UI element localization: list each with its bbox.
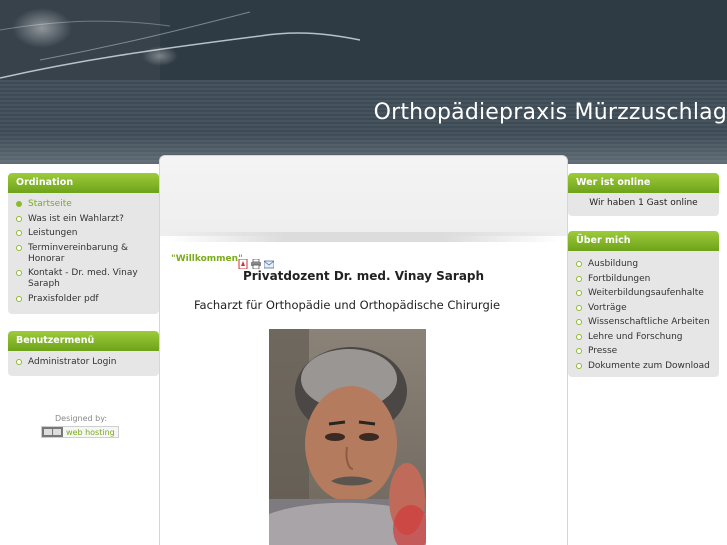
doctor-photo: [269, 329, 426, 545]
menu-item-admin-login[interactable]: Administrator Login: [16, 357, 151, 368]
bullet-icon: [16, 295, 22, 302]
bullet-icon: [576, 319, 582, 325]
benutzermenu-heading: Benutzermenü: [8, 331, 159, 351]
menu-item-lehre-forschung[interactable]: Lehre und Forschung: [576, 332, 711, 343]
bullet-icon: [576, 290, 582, 296]
benutzermenu-menu: Administrator Login: [8, 351, 159, 376]
bullet-icon: [576, 275, 582, 282]
pdf-icon[interactable]: [238, 254, 248, 270]
doctor-name: Privatdozent Dr. med. Vinay Saraph: [242, 269, 485, 283]
print-icon[interactable]: [251, 254, 261, 270]
bullet-icon: [576, 333, 582, 340]
menu-item-dokumente-download[interactable]: Dokumente zum Download: [576, 361, 711, 372]
article-icons: [238, 254, 275, 270]
bullet-icon: [16, 215, 22, 222]
content-divider: [168, 232, 561, 242]
specialty-text: Facharzt für Orthopädie und Orthopädisch…: [193, 298, 501, 312]
ordination-module: Ordination Startseite Was ist ein Wahlar…: [8, 173, 159, 314]
bullet-icon: [576, 261, 582, 267]
ueber-mich-menu: Ausbildung Fortbildungen Weiterbildungsa…: [568, 251, 719, 377]
menu-item-ausbildung[interactable]: Ausbildung: [576, 259, 711, 270]
ordination-heading: Ordination: [8, 173, 159, 193]
site-title[interactable]: Orthopädiepraxis Mürzzuschlag: [374, 100, 727, 125]
menu-item-presse[interactable]: Presse: [576, 346, 711, 357]
content-top-area: [160, 156, 567, 236]
bullet-icon: [16, 270, 22, 276]
ueber-mich-module: Über mich Ausbildung Fortbildungen Weite…: [568, 231, 719, 377]
menu-item-kontakt[interactable]: Kontakt - Dr. med. Vinay Saraph: [16, 268, 151, 290]
menu-item-wissenschaftliche-arbeiten[interactable]: Wissenschaftliche Arbeiten: [576, 317, 711, 328]
bullet-icon: [16, 244, 22, 251]
bullet-icon: [576, 348, 582, 354]
ueber-mich-heading: Über mich: [568, 231, 719, 251]
bullet-icon: [16, 201, 22, 207]
header-banner: [0, 0, 727, 80]
online-status-text: Wir haben 1 Gast online: [589, 198, 698, 208]
online-heading: Wer ist online: [568, 173, 719, 193]
benutzermenu-module: Benutzermenü Administrator Login: [8, 331, 159, 376]
web-hosting-link[interactable]: web hosting: [63, 428, 118, 437]
menu-item-fortbildungen[interactable]: Fortbildungen: [576, 274, 711, 285]
email-icon[interactable]: [263, 254, 275, 269]
bullet-icon: [576, 304, 582, 311]
menu-item-startseite[interactable]: Startseite: [16, 199, 151, 210]
online-module: Wer ist online Wir haben 1 Gast online: [568, 173, 719, 216]
ordination-menu: Startseite Was ist ein Wahlarzt? Leistun…: [8, 193, 159, 314]
menu-item-wahlarzt[interactable]: Was ist ein Wahlarzt?: [16, 214, 151, 225]
web-hosting-badge[interactable]: web hosting: [41, 426, 119, 438]
web-hosting-logo: [42, 427, 63, 437]
designed-by-label: Designed by:: [55, 414, 108, 423]
menu-item-weiterbildung[interactable]: Weiterbildungsaufenhalte: [576, 288, 711, 299]
menu-item-terminvereinbarung[interactable]: Terminvereinbarung & Honorar: [16, 243, 151, 265]
bullet-icon: [16, 230, 22, 236]
menu-item-vortraege[interactable]: Vorträge: [576, 303, 711, 314]
menu-item-praxisfolder[interactable]: Praxisfolder pdf: [16, 294, 151, 305]
bullet-icon: [16, 359, 22, 365]
menu-item-leistungen[interactable]: Leistungen: [16, 228, 151, 239]
bullet-icon: [576, 362, 582, 369]
header-swoosh: [0, 0, 727, 80]
article-title[interactable]: "Willkommen": [171, 254, 243, 264]
